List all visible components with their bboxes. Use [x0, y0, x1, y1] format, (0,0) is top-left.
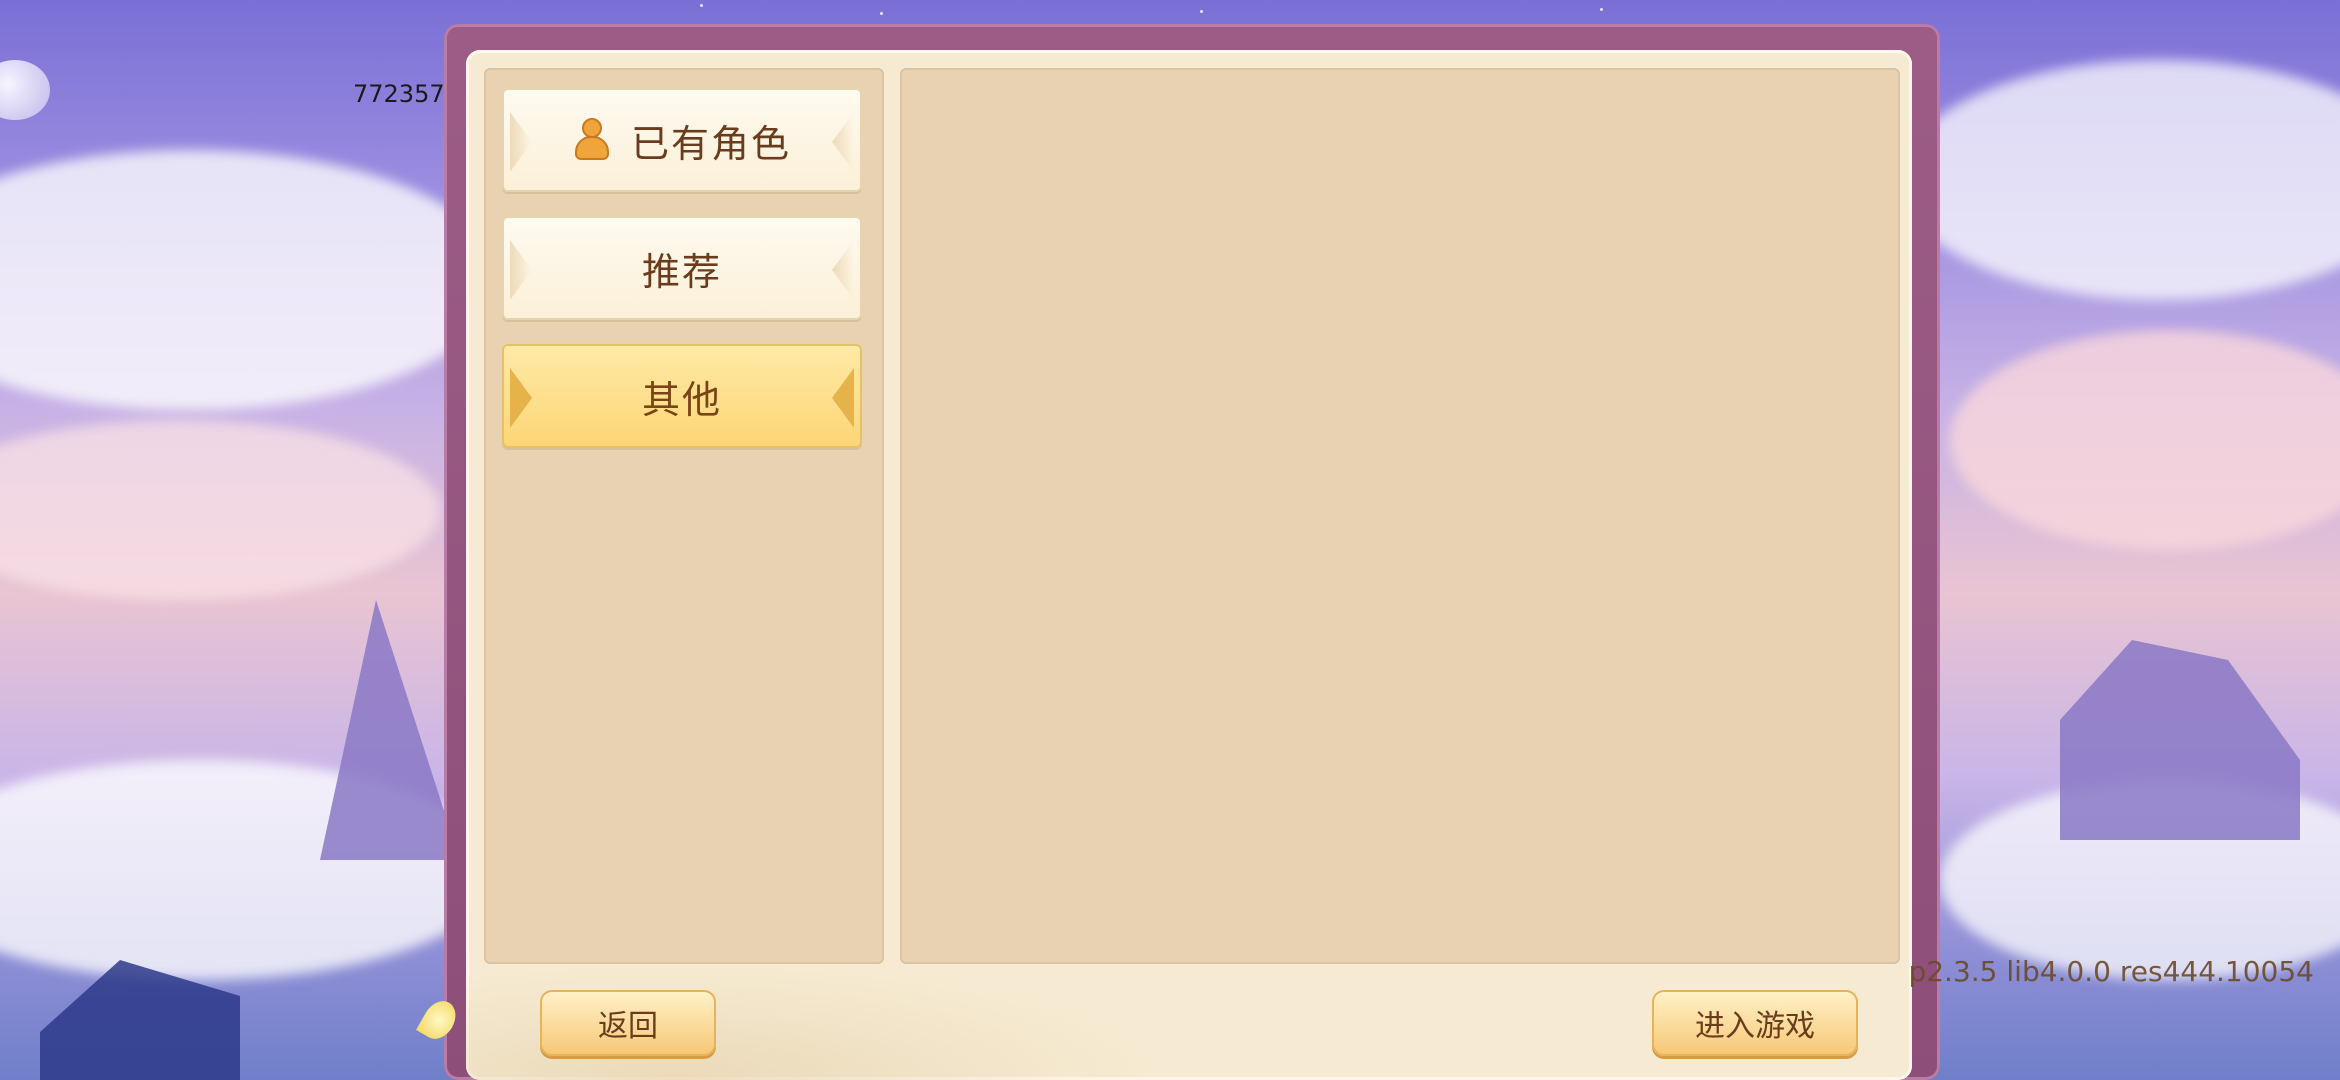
- mountain-decoration: [320, 600, 460, 860]
- star-decoration: [1600, 8, 1603, 11]
- cloud-decoration: [1900, 60, 2340, 300]
- cloud-decoration: [1950, 330, 2340, 550]
- cloud-decoration: [0, 150, 500, 410]
- tab-label: 推荐: [641, 249, 722, 294]
- back-button-label: 返回: [598, 1009, 658, 1044]
- tab-existing-roles[interactable]: 已有角色: [502, 88, 862, 192]
- moon-decoration: [0, 60, 50, 120]
- version-label: p2.3.5 lib4.0.0 res444.10054: [1908, 955, 2314, 988]
- cloud-decoration: [0, 420, 440, 600]
- star-decoration: [700, 4, 703, 7]
- category-list: [484, 68, 884, 964]
- enter-game-button[interactable]: 进入游戏: [1652, 990, 1858, 1056]
- tab-recommended[interactable]: 推荐: [502, 216, 862, 320]
- mountain-decoration: [2060, 640, 2300, 840]
- tab-label: 已有角色: [630, 121, 791, 166]
- user-id-label: 772357: [353, 80, 445, 108]
- star-decoration: [1200, 10, 1203, 13]
- star-decoration: [880, 12, 883, 15]
- tab-other[interactable]: 其他: [502, 344, 862, 448]
- tab-label: 其他: [641, 377, 722, 422]
- person-icon: [573, 118, 611, 162]
- back-button[interactable]: 返回: [540, 990, 716, 1056]
- server-list-area[interactable]: [900, 68, 1900, 964]
- enter-game-button-label: 进入游戏: [1695, 1009, 1815, 1044]
